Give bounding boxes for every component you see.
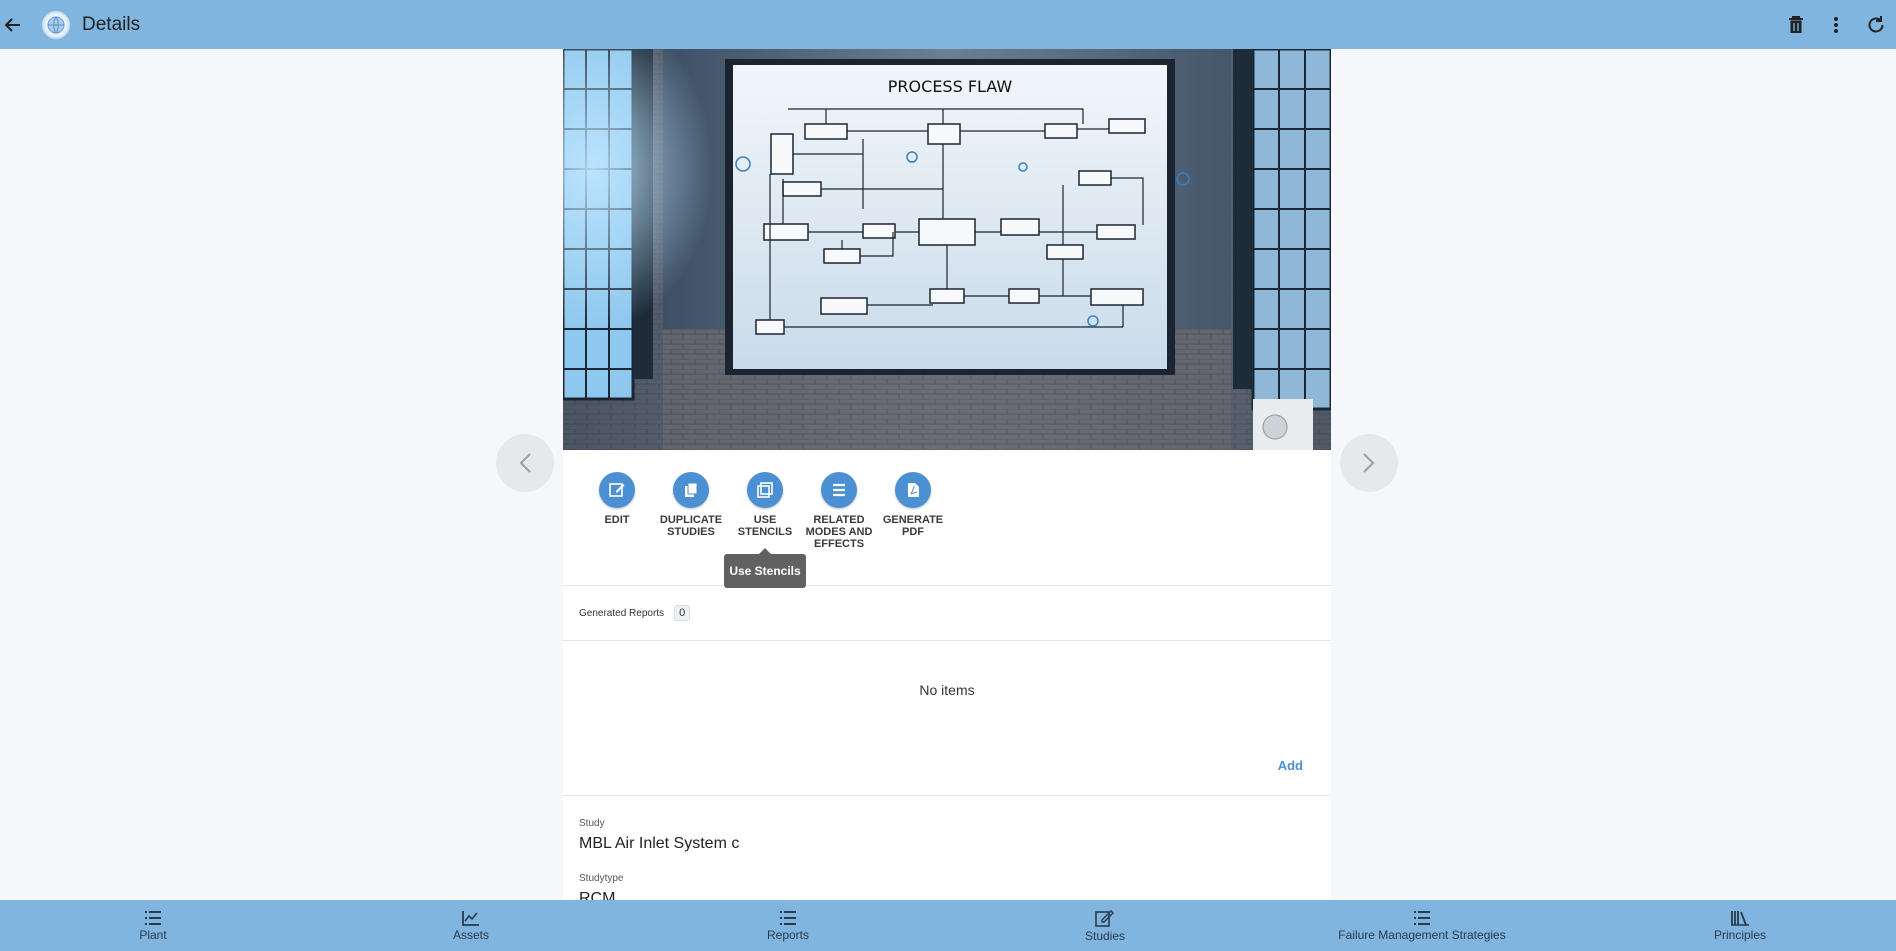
nav-principles[interactable]: Principles — [1690, 900, 1790, 951]
more-options-button[interactable] — [1816, 5, 1856, 45]
more-vertical-icon — [1834, 16, 1838, 33]
trash-icon — [1789, 15, 1803, 33]
list-icon — [780, 910, 796, 925]
use-stencils-tooltip: Use Stencils — [724, 548, 806, 588]
list-icon — [145, 910, 161, 925]
nav-assets[interactable]: Assets — [421, 900, 521, 951]
top-app-bar: Details — [0, 0, 1896, 49]
arrow-left-icon — [4, 17, 20, 32]
nav-reports[interactable]: Reports — [738, 900, 838, 951]
previous-image-button[interactable] — [496, 434, 554, 492]
generated-reports-list: No items Add — [563, 644, 1331, 796]
delete-button[interactable] — [1776, 5, 1816, 45]
related-modes-and-effects-button[interactable]: RELATED MODES AND EFFECTS — [799, 472, 879, 550]
nav-failure-management-strategies[interactable]: Failure Management Strategies — [1322, 900, 1522, 951]
list-icon — [833, 483, 845, 497]
board-title: PROCESS FLAW — [888, 77, 1013, 96]
stencil-icon — [757, 482, 773, 498]
study-value: MBL Air Inlet System c — [579, 835, 740, 852]
details-panel: PROCESS FLAW EDIT DUPLICATE STUDIES USE … — [563, 49, 1331, 907]
pdf-icon — [908, 483, 919, 497]
chevron-right-icon — [1363, 453, 1375, 473]
use-stencils-button[interactable]: USE STENCILS — [725, 472, 805, 538]
page-title: Details — [82, 13, 141, 35]
hero-image: PROCESS FLAW — [563, 49, 1331, 450]
action-bar: EDIT DUPLICATE STUDIES USE STENCILS RELATE… — [563, 450, 1331, 586]
edit-button[interactable]: EDIT — [577, 472, 657, 526]
books-icon — [1731, 910, 1749, 926]
copy-icon — [685, 482, 698, 497]
chart-icon — [462, 910, 479, 926]
add-report-button[interactable]: Add — [1278, 758, 1303, 773]
refresh-icon — [1868, 15, 1884, 32]
refresh-button[interactable] — [1856, 5, 1896, 45]
generated-reports-label: Generated Reports — [579, 607, 665, 619]
studytype-label: Studytype — [579, 873, 624, 884]
back-button[interactable] — [0, 12, 25, 37]
generate-pdf-button[interactable]: GENERATE PDF — [873, 472, 953, 538]
bottom-navigation: Plant Assets Reports Studies Failure Man… — [0, 900, 1896, 951]
nav-studies[interactable]: Studies — [1055, 900, 1155, 951]
empty-list-text: No items — [919, 682, 975, 698]
globe-icon — [47, 16, 65, 33]
study-label: Study — [579, 818, 605, 829]
generated-reports-header: Generated Reports 0 — [563, 586, 1331, 641]
app-logo — [42, 10, 70, 39]
nav-plant[interactable]: Plant — [103, 900, 203, 951]
list-icon — [1414, 910, 1430, 925]
edit-icon — [609, 483, 625, 497]
next-image-button[interactable] — [1340, 434, 1398, 492]
chevron-left-icon — [519, 453, 531, 473]
duplicate-studies-button[interactable]: DUPLICATE STUDIES — [651, 472, 731, 538]
edit-doc-icon — [1095, 909, 1114, 927]
generated-reports-count-badge: 0 — [674, 605, 691, 621]
